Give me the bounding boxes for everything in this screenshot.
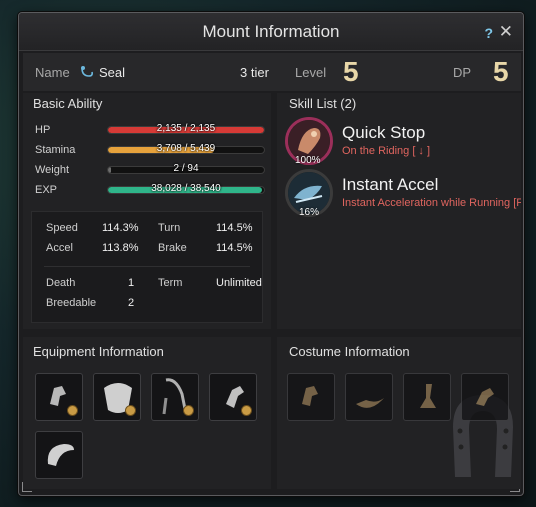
mount-name: Seal	[99, 65, 126, 80]
equipment-panel: Equipment Information	[23, 337, 271, 489]
mount-summary: Name Seal 3 tier Level 5 DP 5	[23, 53, 521, 91]
accel-value: 113.8%	[102, 242, 139, 254]
speed-label: Speed	[46, 222, 78, 234]
basic-ability-heading: Basic Ability	[33, 96, 103, 111]
help-icon[interactable]: ?	[484, 25, 493, 41]
ability-stats-box: Speed 114.3% Turn 114.5% Accel 113.8% Br…	[31, 211, 263, 323]
skill-list-panel: Skill List (2) 100% Quick Stop On the Ri…	[277, 93, 521, 329]
saddle-icon	[47, 444, 74, 466]
breedable-value: 2	[128, 297, 135, 309]
instant-accel-desc: Instant Acceleration while Running [F	[342, 197, 521, 209]
stamina-label: Stamina	[35, 144, 76, 156]
costume-slot-horseshoe[interactable]	[461, 373, 509, 421]
slot-indicator	[183, 405, 194, 416]
exp-value: 38,028 / 38,540	[151, 183, 221, 194]
mount-tier: 3 tier	[240, 65, 269, 80]
weight-label: Weight	[35, 164, 70, 176]
costume-heading: Costume Information	[289, 344, 410, 359]
slot-indicator	[125, 405, 136, 416]
skill-item-quick-stop[interactable]: 100% Quick Stop On the Riding [ ↓ ]	[283, 115, 521, 167]
horse-head-icon	[50, 386, 66, 406]
horseshoe-icon	[476, 388, 494, 406]
stats-divider	[44, 266, 250, 267]
equipment-slot-stirrup[interactable]	[151, 373, 199, 421]
exp-label: EXP	[35, 184, 58, 196]
death-value: 1	[128, 277, 135, 289]
skill-list-heading: Skill List (2)	[289, 96, 357, 111]
turn-label: Turn	[158, 222, 181, 234]
instant-accel-name: Instant Accel	[342, 175, 439, 194]
slot-indicator	[67, 405, 78, 416]
basic-ability-panel: Basic Ability HP 2,135 / 2,135 Stamina 3…	[23, 93, 271, 329]
speed-value: 114.3%	[102, 222, 139, 234]
window-title: Mount Information	[202, 22, 340, 41]
costume-slot-saddle[interactable]	[345, 373, 393, 421]
brake-value: 114.5%	[216, 242, 253, 254]
slot-indicator	[241, 405, 252, 416]
seal-icon	[79, 64, 95, 80]
quick-stop-percent: 100%	[295, 155, 321, 166]
costume-panel: Costume Information	[277, 337, 521, 489]
term-label: Term	[158, 277, 183, 289]
instant-accel-percent: 16%	[299, 207, 320, 218]
level-label: Level	[295, 65, 327, 80]
mount-dp: 5	[493, 56, 509, 87]
mount-level: 5	[343, 56, 359, 87]
armor-icon	[104, 383, 132, 413]
turn-value: 114.5%	[216, 222, 253, 234]
accel-label: Accel	[46, 242, 73, 254]
costume-slot-stirrup[interactable]	[403, 373, 451, 421]
equipment-slot-horse-head[interactable]	[35, 373, 83, 421]
horseshoe-icon	[226, 386, 244, 408]
title-bar[interactable]: Mount Information ? ✕	[19, 13, 523, 51]
name-label: Name	[35, 65, 70, 80]
equipment-slot-horseshoe[interactable]	[209, 373, 257, 421]
weight-value: 2 / 94	[173, 163, 199, 174]
equipment-slot-armor[interactable]	[93, 373, 141, 421]
stirrup-icon	[420, 384, 436, 408]
skill-item-instant-accel[interactable]: 16% Instant Accel Instant Acceleration w…	[283, 169, 521, 221]
death-label: Death	[46, 277, 76, 289]
brake-label: Brake	[158, 242, 187, 254]
quick-stop-name: Quick Stop	[342, 123, 426, 142]
dp-label: DP	[453, 65, 472, 80]
equipment-slot-saddle[interactable]	[35, 431, 83, 479]
hp-value: 2,135 / 2,135	[156, 123, 216, 134]
breedable-label: Breedable	[46, 297, 97, 309]
stirrup-icon	[162, 378, 188, 415]
hp-label: HP	[35, 124, 51, 136]
costume-slot-horse-head[interactable]	[287, 373, 335, 421]
stamina-value: 3,708 / 5,439	[156, 143, 216, 154]
mount-information-window: Mount Information ? ✕ Name Seal 3 tier L…	[18, 12, 524, 496]
horse-head-icon	[302, 386, 318, 406]
equipment-heading: Equipment Information	[33, 344, 164, 359]
term-value: Unlimited	[216, 277, 262, 289]
saddle-icon	[356, 398, 384, 408]
close-icon[interactable]: ✕	[499, 22, 513, 42]
quick-stop-desc: On the Riding [ ↓ ]	[342, 145, 431, 157]
